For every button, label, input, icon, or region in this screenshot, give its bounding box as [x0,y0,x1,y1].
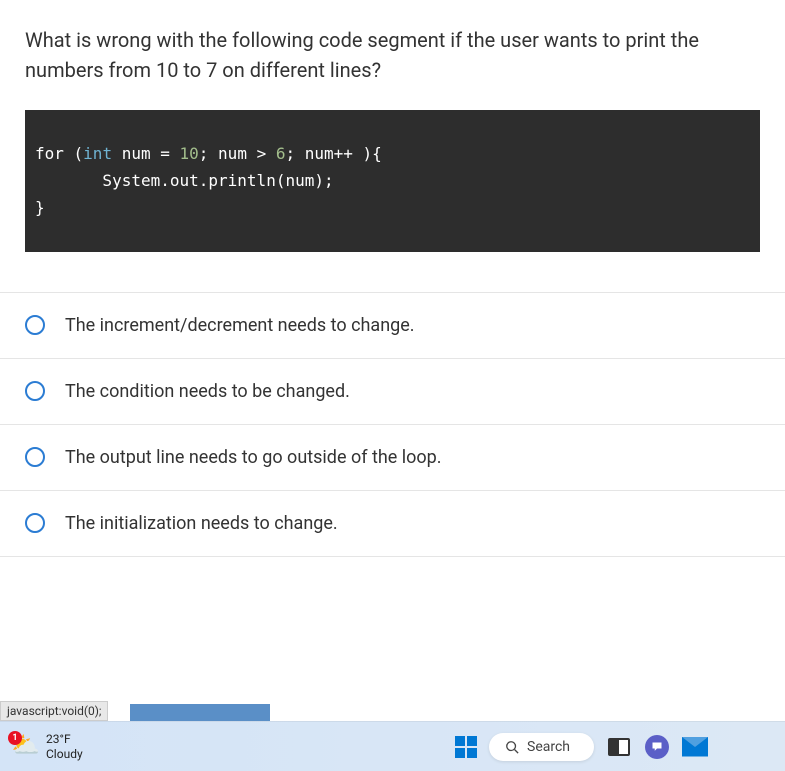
radio-icon [25,447,45,467]
windows-taskbar: ⛅ 1 23°F Cloudy Search [0,721,785,771]
radio-icon [25,513,45,533]
weather-widget[interactable]: ⛅ 1 23°F Cloudy [10,732,83,761]
answers-list: The increment/decrement needs to change.… [0,292,785,557]
mail-button[interactable] [682,734,708,760]
answer-option-4[interactable]: The initialization needs to change. [0,490,785,557]
notification-badge: 1 [8,731,22,745]
task-view-button[interactable] [606,734,632,760]
weather-text: 23°F Cloudy [46,732,83,761]
search-box[interactable]: Search [489,733,594,761]
chat-button[interactable] [644,734,670,760]
browser-status-bar: javascript:void(0); [0,701,108,721]
mail-icon [682,737,708,757]
radio-icon [25,381,45,401]
code-line-2: System.out.println(num); [35,167,750,194]
continue-button-partial[interactable] [130,704,270,722]
taskbar-center: Search [455,733,708,761]
code-block: for (int num = 10; num > 6; num++ ){ Sys… [25,110,760,252]
question-content: What is wrong with the following code se… [0,0,785,557]
search-icon [505,740,519,754]
question-prompt: What is wrong with the following code se… [25,25,760,85]
answer-text: The increment/decrement needs to change. [65,315,415,336]
weather-icon: ⛅ 1 [10,733,38,761]
answer-option-1[interactable]: The increment/decrement needs to change. [0,292,785,358]
search-label: Search [527,739,570,755]
condition: Cloudy [46,747,83,761]
temperature: 23°F [46,732,83,746]
start-button[interactable] [455,736,477,758]
chat-bubble-icon [651,741,663,753]
answer-option-3[interactable]: The output line needs to go outside of t… [0,424,785,490]
code-line-1: for (int num = 10; num > 6; num++ ){ [35,140,750,167]
answer-text: The output line needs to go outside of t… [65,447,442,468]
answer-option-2[interactable]: The condition needs to be changed. [0,358,785,424]
radio-icon [25,315,45,335]
answer-text: The initialization needs to change. [65,513,338,534]
answer-text: The condition needs to be changed. [65,381,350,402]
code-line-3: } [35,194,750,221]
